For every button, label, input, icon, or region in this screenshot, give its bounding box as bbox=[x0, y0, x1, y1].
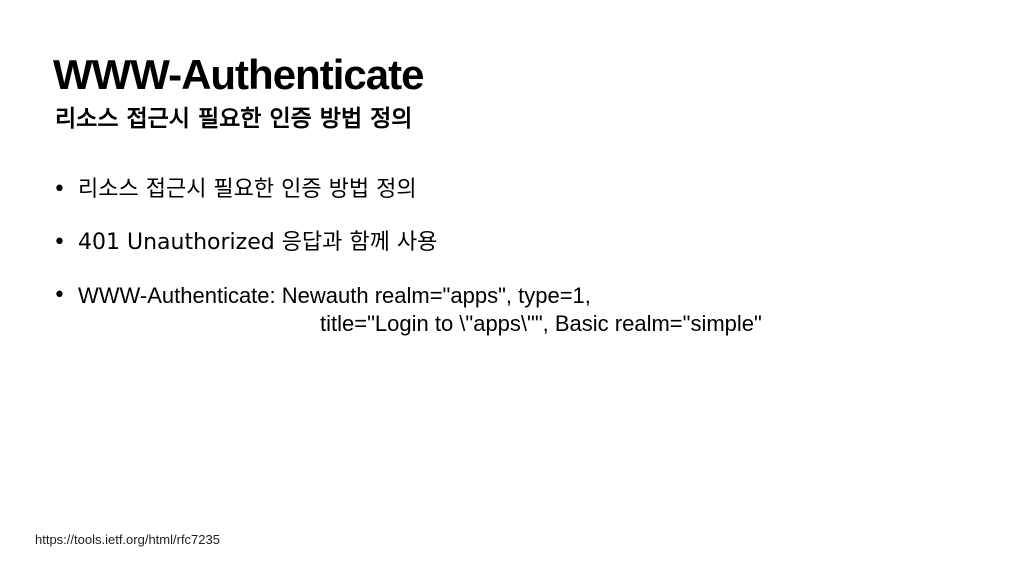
bullet-text-line-2: title="Login to \"apps\"", Basic realm="… bbox=[320, 311, 762, 336]
bullet-dot-icon: • bbox=[53, 230, 66, 255]
slide: WWW-Authenticate 리소스 접근시 필요한 인증 방법 정의 • … bbox=[0, 0, 1024, 576]
slide-subtitle: 리소스 접근시 필요한 인증 방법 정의 bbox=[55, 106, 413, 132]
bullet-item-3: • WWW-Authenticate: Newauth realm="apps"… bbox=[53, 282, 762, 338]
bullet-list: • 리소스 접근시 필요한 인증 방법 정의 • 401 Unauthorize… bbox=[53, 176, 762, 338]
slide-title: WWW-Authenticate bbox=[53, 51, 424, 98]
bullet-dot-icon: • bbox=[53, 283, 66, 308]
bullet-item-2: • 401 Unauthorized 응답과 함께 사용 bbox=[53, 229, 762, 257]
bullet-dot-icon: • bbox=[53, 177, 66, 202]
bullet-text: 401 Unauthorized 응답과 함께 사용 bbox=[78, 230, 438, 255]
bullet-text: 리소스 접근시 필요한 인증 방법 정의 bbox=[78, 177, 417, 202]
reference-link[interactable]: https://tools.ietf.org/html/rfc7235 bbox=[35, 532, 220, 547]
bullet-text-line-1: WWW-Authenticate: Newauth realm="apps", … bbox=[78, 283, 591, 308]
bullet-item-1: • 리소스 접근시 필요한 인증 방법 정의 bbox=[53, 176, 762, 204]
